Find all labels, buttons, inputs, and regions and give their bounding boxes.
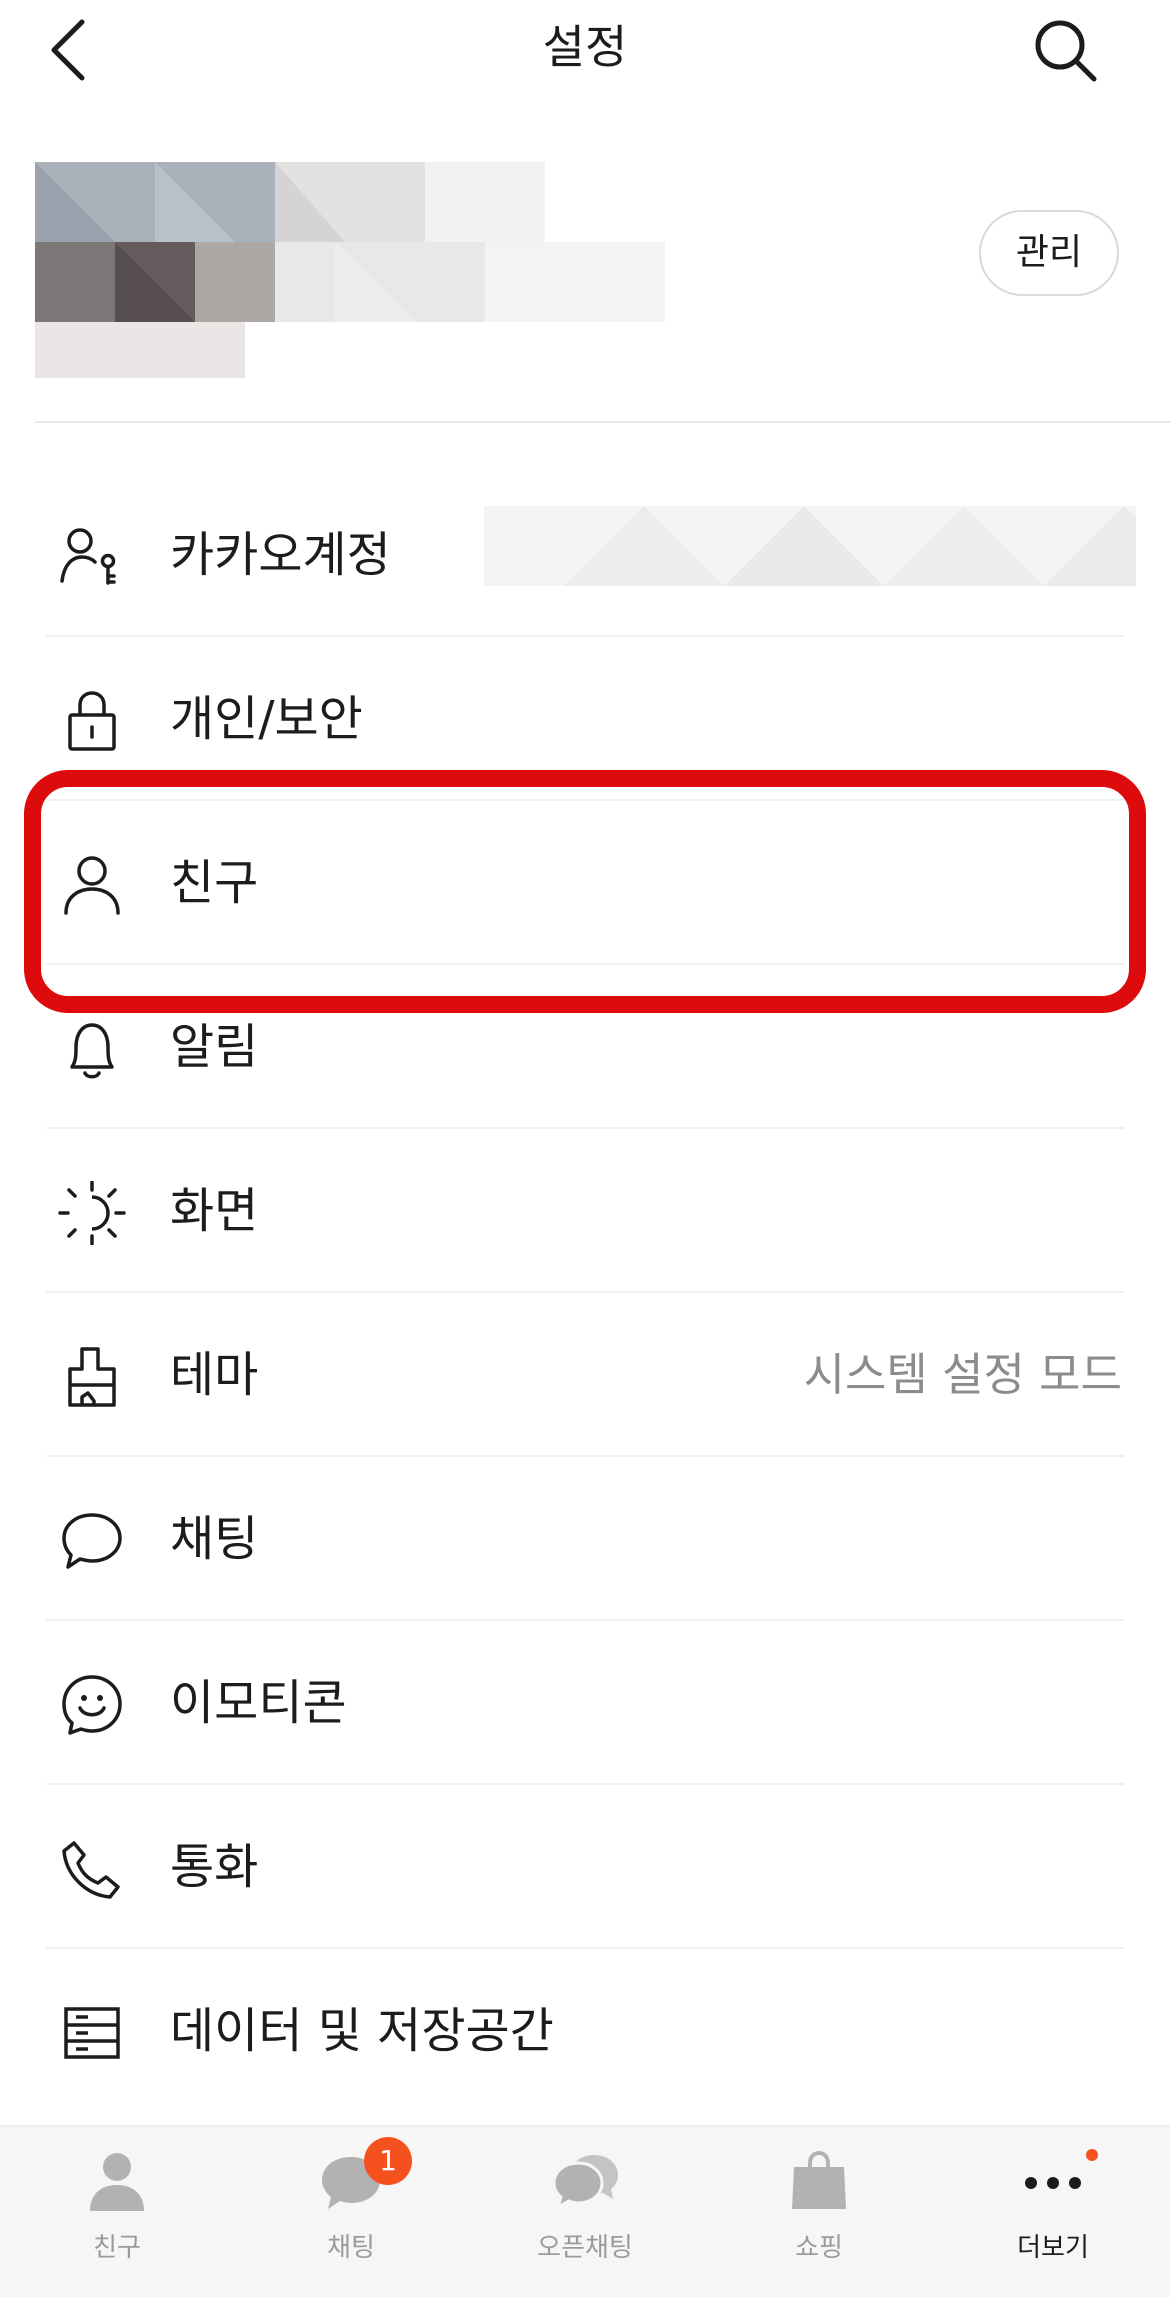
menu-item-label: 화면 [170, 1183, 259, 1239]
lock-icon [68, 691, 116, 751]
search-button[interactable] [1030, 14, 1102, 86]
menu-item-label: 친구 [170, 855, 259, 911]
paint-brush-icon [68, 1347, 116, 1407]
tab-chat[interactable]: 1 채팅 [234, 2127, 468, 2297]
menu-item-label: 테마 [170, 1347, 259, 1403]
menu-item-privacy-security[interactable]: 개인/보안 [0, 637, 1170, 801]
profile-section: 관리 [0, 140, 1170, 424]
more-icon [1025, 2177, 1081, 2189]
menu-item-data-storage[interactable]: 데이터 및 저장공간 [0, 1949, 1170, 2113]
friends-icon [90, 2153, 144, 2211]
open-chat-icon [552, 2155, 618, 2211]
manage-profile-button[interactable]: 관리 [979, 210, 1119, 296]
menu-item-label: 이모티콘 [170, 1675, 347, 1731]
menu-item-label: 카카오계정 [170, 527, 391, 583]
phone-icon [62, 1841, 120, 1899]
section-divider [35, 421, 1170, 423]
menu-item-label: 데이터 및 저장공간 [170, 2003, 554, 2059]
tab-label: 더보기 [1017, 2233, 1089, 2263]
search-icon [1035, 20, 1097, 82]
menu-item-notifications[interactable]: 알림 [0, 965, 1170, 1129]
menu-item-label: 통화 [170, 1839, 259, 1895]
menu-item-calls[interactable]: 통화 [0, 1785, 1170, 1949]
header-bar: 설정 [0, 0, 1170, 110]
account-key-icon [60, 528, 116, 585]
settings-list: 카카오계정 개인/보안 친구 알림 화면 테마 시스템 설정 모드 채팅 이모티… [0, 473, 1170, 2113]
tab-label: 오픈채팅 [537, 2233, 633, 2263]
tab-label: 쇼핑 [795, 2233, 843, 2263]
bottom-tab-bar: 친구 1 채팅 오픈채팅 쇼핑 더보기 [0, 2125, 1170, 2297]
storage-icon [64, 2007, 120, 2059]
tab-label: 친구 [93, 2233, 141, 2263]
menu-item-label: 채팅 [170, 1511, 259, 1567]
theme-value: 시스템 설정 모드 [803, 1348, 1122, 1401]
tab-shopping[interactable]: 쇼핑 [702, 2127, 936, 2297]
menu-item-display[interactable]: 화면 [0, 1129, 1170, 1293]
menu-item-emoticons[interactable]: 이모티콘 [0, 1621, 1170, 1785]
shopping-bag-icon [792, 2150, 846, 2209]
unread-badge: 1 [364, 2137, 412, 2185]
chat-bubble-icon [62, 1513, 122, 1569]
menu-item-label: 알림 [170, 1019, 259, 1075]
menu-item-theme[interactable]: 테마 시스템 설정 모드 [0, 1293, 1170, 1457]
tab-friends[interactable]: 친구 [0, 2127, 234, 2297]
tab-more[interactable]: 더보기 [936, 2127, 1170, 2297]
tab-label: 채팅 [327, 2233, 375, 2263]
emoticon-icon [62, 1675, 122, 1735]
new-indicator-dot [1086, 2149, 1098, 2161]
account-email-blurred [484, 506, 1136, 586]
page-title: 설정 [542, 20, 628, 74]
bell-icon [70, 1023, 114, 1079]
menu-item-friends[interactable]: 친구 [0, 801, 1170, 965]
menu-item-label: 개인/보안 [170, 691, 363, 747]
person-icon [64, 856, 120, 915]
brightness-icon [58, 1181, 126, 1245]
menu-item-kakao-account[interactable]: 카카오계정 [0, 473, 1170, 637]
menu-item-chat[interactable]: 채팅 [0, 1457, 1170, 1621]
profile-mosaic-image[interactable] [35, 162, 665, 378]
tab-open-chat[interactable]: 오픈채팅 [468, 2127, 702, 2297]
